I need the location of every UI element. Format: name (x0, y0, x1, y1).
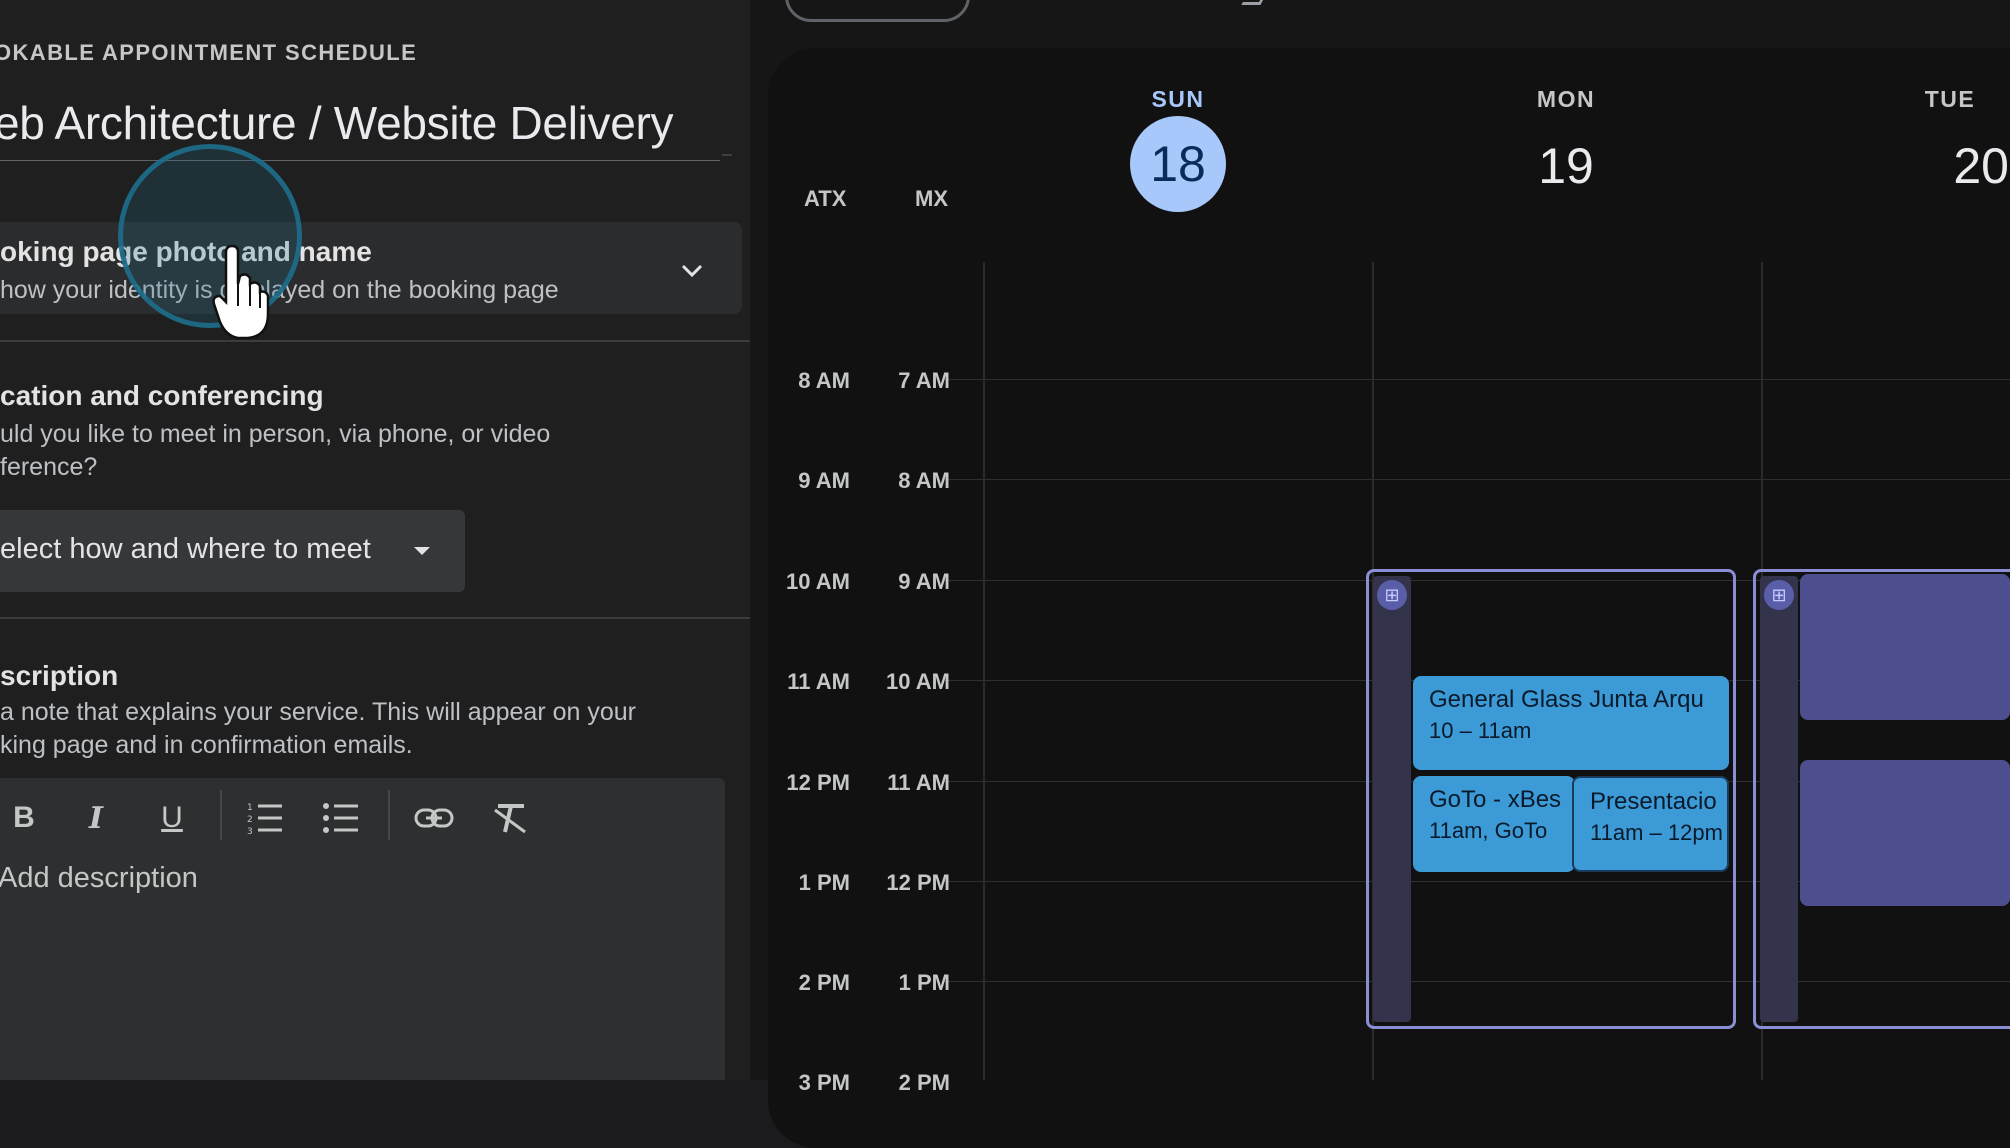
day-number-mon[interactable]: 19 (1518, 118, 1614, 214)
time-label-atx: 8 AM (798, 368, 850, 393)
day-column-divider (983, 262, 985, 1080)
time-label-atx: 9 AM (798, 468, 850, 493)
bold-button[interactable]: B (6, 797, 42, 839)
slot-side-strip (1760, 576, 1798, 1022)
time-label-atx: 2 PM (798, 970, 850, 995)
toolbar-separator (388, 790, 390, 840)
section-subtitle: uld you like to meet in person, via phon… (0, 420, 551, 448)
time-label-atx: 11 AM (787, 669, 850, 694)
event-title: General Glass Junta Arqu (1429, 686, 1704, 713)
event-title: GoTo - xBes (1429, 786, 1562, 813)
day-name-mon: MON (1536, 86, 1596, 112)
today-button[interactable] (785, 0, 970, 22)
section-title: cation and conferencing (0, 380, 324, 411)
chevron-down-icon[interactable] (678, 256, 706, 284)
svg-text:1: 1 (247, 803, 253, 813)
time-label-atx: 3 PM (798, 1070, 850, 1095)
section-title: scription (0, 660, 119, 691)
numbered-list-icon[interactable]: 1 2 3 (246, 800, 284, 836)
caret-down-icon (414, 547, 430, 555)
time-label-atx: 12 PM (786, 770, 850, 795)
timezone-label-mx: MX (915, 186, 948, 211)
underline-button[interactable]: U (154, 797, 190, 839)
event-general-glass[interactable]: General Glass Junta Arqu 10 – 11am (1413, 676, 1729, 770)
time-label-mx: 7 AM (898, 368, 950, 393)
time-label-mx: 8 AM (898, 468, 950, 493)
divider (0, 617, 750, 619)
appointment-settings-panel: OKABLE APPOINTMENT SCHEDULE eb Architect… (0, 0, 750, 1080)
calendar-grid-icon: ⊞ (1377, 580, 1407, 610)
bulleted-list-icon[interactable] (322, 800, 360, 836)
day-number-sun: 18 (1150, 136, 1206, 192)
day-name-sun: SUN (1151, 86, 1205, 112)
link-icon[interactable] (414, 804, 454, 832)
toolbar-separator (220, 790, 222, 840)
divider (0, 340, 750, 342)
title-resize-mark (722, 154, 732, 156)
clear-formatting-icon[interactable] (492, 802, 528, 834)
click-highlight-ring (118, 144, 302, 328)
italic-button[interactable]: I (78, 797, 114, 839)
description-placeholder: Add description (0, 862, 198, 894)
event-title: Presentacio (1590, 788, 1717, 815)
svg-text:3: 3 (247, 827, 253, 836)
section-subtitle: a note that explains your service. This … (0, 698, 636, 726)
panel-eyebrow: OKABLE APPOINTMENT SCHEDULE (0, 40, 418, 65)
time-label-atx: 1 PM (798, 870, 850, 895)
time-label-mx: 10 AM (886, 669, 950, 694)
schedule-title-input[interactable]: eb Architecture / Website Delivery (0, 96, 674, 150)
time-label-mx: 2 PM (898, 1070, 950, 1095)
busy-block[interactable] (1800, 760, 2010, 906)
time-label-mx: 9 AM (898, 569, 950, 594)
hour-line (958, 379, 2010, 380)
meet-location-label: elect how and where to meet (0, 533, 371, 565)
event-goto-xbes[interactable]: GoTo - xBes 11am, GoTo (1413, 776, 1575, 872)
title-underline (0, 160, 720, 161)
calendar-grid-icon: ⊞ (1764, 580, 1794, 610)
time-label-atx: 10 AM (786, 569, 850, 594)
event-time: 11am, GoTo (1429, 818, 1548, 843)
svg-text:2: 2 (247, 815, 253, 825)
time-label-mx: 11 AM (887, 770, 950, 795)
timezone-label-atx: ATX (804, 186, 847, 211)
slot-side-strip (1373, 576, 1411, 1022)
hour-line (958, 479, 2010, 480)
event-time: 10 – 11am (1429, 718, 1532, 743)
event-presentacion[interactable]: Presentacio 11am – 12pm (1572, 776, 1729, 872)
event-time: 11am – 12pm (1590, 820, 1723, 845)
section-subtitle: ference? (0, 453, 98, 481)
section-subtitle: king page and in confirmation emails. (0, 731, 413, 759)
busy-block[interactable] (1800, 574, 2010, 720)
time-label-mx: 1 PM (898, 970, 950, 995)
time-label-mx: 12 PM (886, 870, 950, 895)
day-number-tue[interactable]: 20 (1905, 118, 2009, 214)
day-name-tue: TUE (1924, 86, 1976, 112)
hand-cursor-icon (212, 244, 270, 340)
